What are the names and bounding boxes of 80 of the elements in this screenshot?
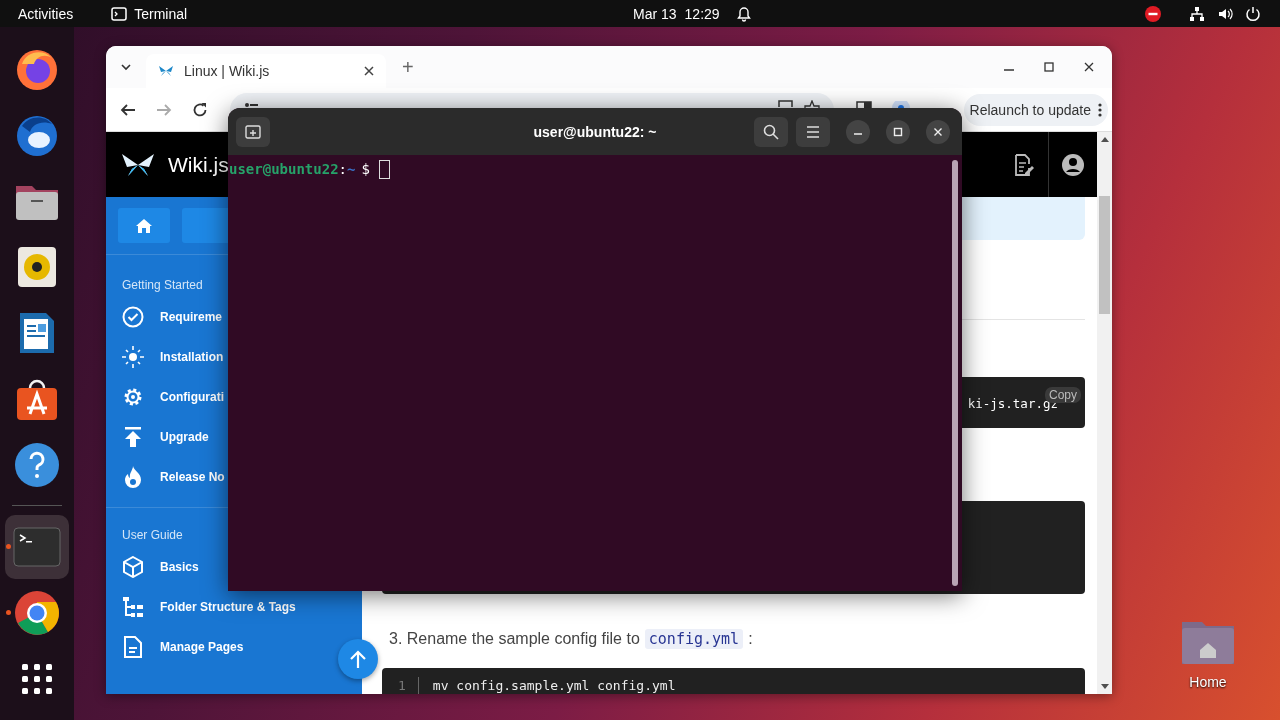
scrollbar-thumb[interactable]	[952, 160, 958, 586]
sidebar-link[interactable]: Basics	[160, 560, 199, 574]
reload-icon[interactable]	[192, 101, 208, 118]
gear-icon	[122, 386, 144, 408]
section-heading: Getting Started	[121, 277, 204, 294]
activities-button[interactable]: Activities	[18, 5, 74, 22]
document-icon	[122, 636, 144, 658]
clock-time[interactable]: 12:29	[684, 5, 720, 22]
prompt-user: user@ubuntu22	[229, 160, 339, 179]
code-line: mv config.sample.yml config.yml	[432, 677, 676, 694]
inline-code: config.yml	[644, 629, 744, 649]
new-tab-button[interactable]	[236, 116, 270, 147]
tab-search-caret-icon[interactable]	[120, 63, 132, 71]
terminal-icon	[111, 6, 128, 21]
sidebar-link[interactable]: Configurati	[160, 390, 224, 404]
step-text: 3. Rename the sample config file to	[389, 630, 640, 648]
menu-button[interactable]	[796, 116, 830, 147]
profile-avatar-icon[interactable]	[892, 101, 910, 108]
close-button[interactable]	[926, 119, 950, 144]
cube-icon	[122, 556, 144, 578]
maximize-icon[interactable]	[1044, 62, 1054, 72]
app-grid-icon[interactable]	[21, 663, 53, 695]
upload-arrow-icon	[122, 427, 144, 447]
clock-date[interactable]: Mar 13	[633, 5, 677, 22]
scrollbar-thumb[interactable]	[1099, 196, 1110, 314]
do-not-disturb-icon[interactable]	[1145, 5, 1161, 22]
side-panel-icon[interactable]	[856, 101, 872, 108]
search-icon	[763, 123, 779, 140]
file-tree-icon	[122, 596, 144, 618]
browser-tab[interactable]: Linux | Wiki.js	[146, 54, 386, 88]
sidebar-link[interactable]: Upgrade	[160, 430, 209, 444]
prompt-separator: :	[338, 160, 347, 179]
sidebar-link[interactable]: Folder Structure & Tags	[160, 600, 296, 614]
sidebar-link[interactable]: Manage Pages	[160, 640, 244, 654]
text-cursor	[378, 159, 390, 179]
minimize-icon	[854, 133, 862, 135]
power-icon[interactable]	[1245, 5, 1261, 22]
edit-page-icon[interactable]	[1014, 153, 1034, 176]
new-tab-icon	[245, 124, 261, 139]
site-logo-text[interactable]: Wiki.js	[168, 152, 229, 177]
window-title: user@ubuntu22: ~	[533, 123, 657, 140]
check-circle-icon	[122, 306, 144, 328]
up-arrow-icon	[350, 650, 366, 668]
scroll-up-icon[interactable]	[1100, 137, 1109, 142]
bell-icon	[735, 5, 752, 22]
network-icon[interactable]	[1189, 5, 1205, 22]
new-tab-button[interactable]: +	[398, 55, 418, 79]
maximize-icon	[893, 126, 903, 137]
relaunch-button[interactable]: Relaunch to update	[963, 93, 1108, 126]
close-icon	[933, 126, 943, 137]
home-folder-label[interactable]: Home	[1189, 674, 1227, 690]
menu-icon	[806, 125, 820, 138]
minimize-button[interactable]	[846, 119, 870, 144]
sparkle-icon	[122, 346, 144, 368]
butterfly-icon	[158, 65, 174, 77]
line-number: 1	[398, 677, 419, 694]
account-icon[interactable]	[1062, 153, 1084, 176]
search-button[interactable]	[754, 116, 788, 147]
close-icon[interactable]	[1084, 62, 1094, 72]
close-icon[interactable]	[364, 66, 374, 76]
maximize-button[interactable]	[886, 119, 910, 144]
back-arrow-icon[interactable]	[120, 101, 136, 118]
install-app-icon[interactable]	[778, 99, 794, 107]
chrome-icon	[14, 590, 60, 636]
scroll-down-icon[interactable]	[1100, 684, 1109, 689]
prompt-symbol: $	[361, 160, 370, 179]
home-icon	[136, 218, 152, 233]
sidebar-link[interactable]: Installation	[160, 350, 224, 364]
home-button[interactable]	[118, 208, 170, 243]
scroll-to-top-button[interactable]	[338, 639, 378, 679]
flame-icon	[122, 466, 144, 488]
prompt-directory: ~	[347, 160, 356, 179]
punctuation: :	[748, 630, 753, 648]
help-icon[interactable]	[14, 442, 60, 488]
section-heading: User Guide	[121, 527, 184, 544]
app-menu-label[interactable]: Terminal	[134, 5, 188, 22]
more-vertical-icon	[1098, 102, 1102, 117]
terminal-icon	[13, 527, 61, 567]
sidebar-link[interactable]: Release No	[160, 470, 225, 484]
sidebar-link[interactable]: Requireme	[160, 310, 223, 324]
